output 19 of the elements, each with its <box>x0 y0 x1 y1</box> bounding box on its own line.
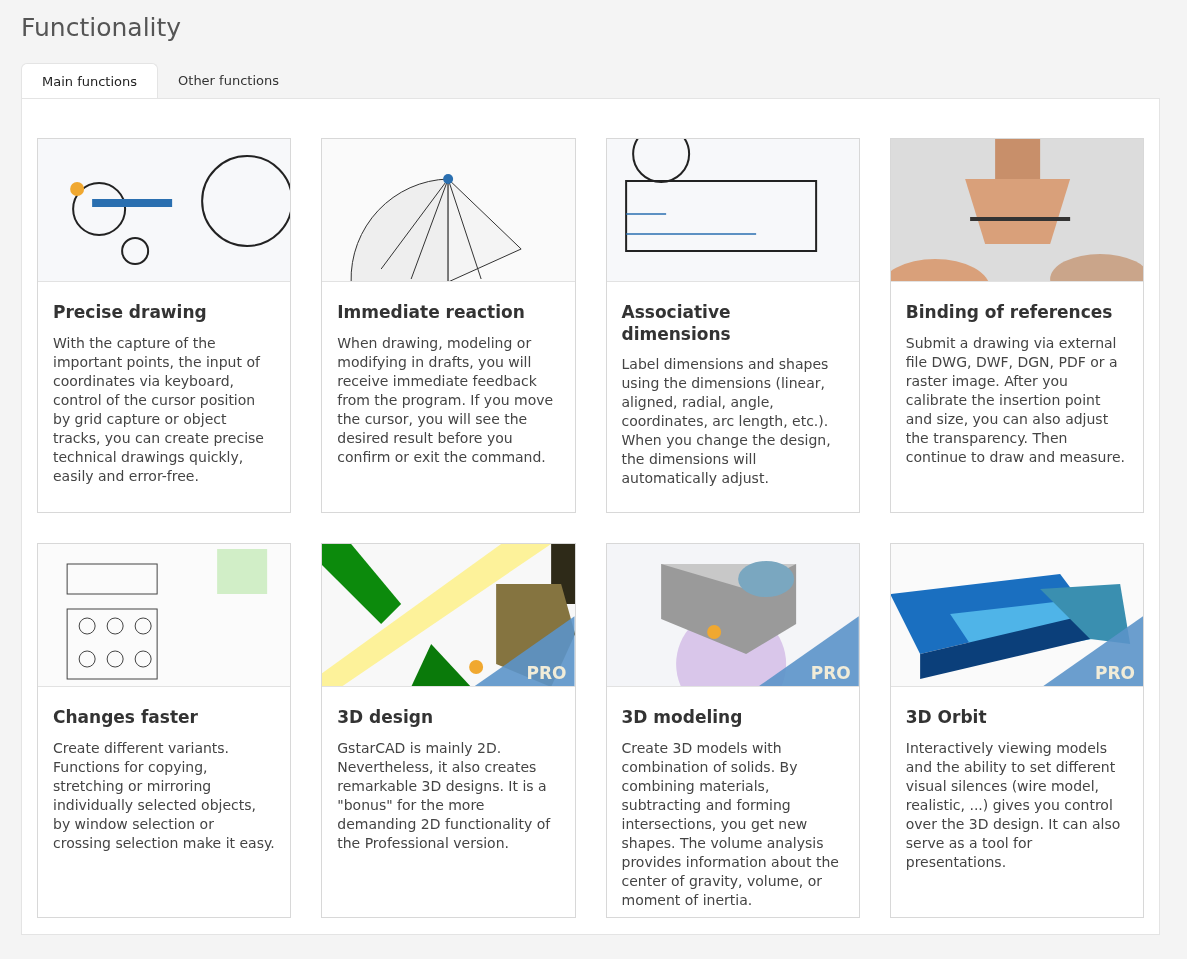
card-title: Binding of references <box>905 302 1114 324</box>
card-title: Immediate reaction <box>337 302 526 324</box>
card-description: Submit a drawing via external file DWG, DWF, DGN, PDF or a raster image. After you calibrate the insertion point and size, you can also adjust the transparency. Then continue to draw and measure. <box>905 333 1126 467</box>
card-description: With the capture of the important points, the input of coordinates via keyboard, control of the cursor position by grid capture or object tracks, you can create precise technical drawings quickly, easily and error-free. <box>53 333 265 486</box>
card-title: Associative dimensions <box>621 302 732 345</box>
card-title: Precise drawing <box>53 302 208 324</box>
card-description: When drawing, modeling or modifying in drafts, you will receive immediate feedback from the program. If you move the cursor, you will see the desired result before you confirm or exit the command. <box>337 333 555 467</box>
tab[interactable]: Other functions <box>158 63 299 99</box>
card-title: 3D Orbit <box>905 707 988 729</box>
card-description: Label dimensions and shapes using the dimensions (linear, aligned, radial, angle, coordinates, arc length, etc.). When you change the design, the dimensions will automatically adjust. <box>621 354 832 488</box>
card-title: 3D design <box>337 707 435 729</box>
page-title: Functionality <box>21 12 183 44</box>
card-description: Interactively viewing models and the ability to set different visual silences (wire model, realistic, ...) gives you control over the 3D design. It can also serve as a tool for presentations. <box>905 738 1122 872</box>
card-title: 3D modeling <box>621 707 744 729</box>
card-title: Changes faster <box>53 707 199 729</box>
tab[interactable]: Main functions <box>21 63 159 99</box>
card-description: GstarCAD is mainly 2D. Nevertheless, it also creates remarkable 3D designs. It is a "bonus" for the more demanding 2D functionality of the Professional version. <box>337 738 552 853</box>
card-description: Create different variants. Functions for copying, stretching or mirroring individually selected objects, by window selection or crossing selection make it easy. <box>53 738 276 853</box>
card-description: Create 3D models with combination of solids. By combining materials, subtracting and forming intersections, you get new shapes. The volume analysis provides information about the center of gravity, volume, or moment of inertia. <box>621 738 840 910</box>
